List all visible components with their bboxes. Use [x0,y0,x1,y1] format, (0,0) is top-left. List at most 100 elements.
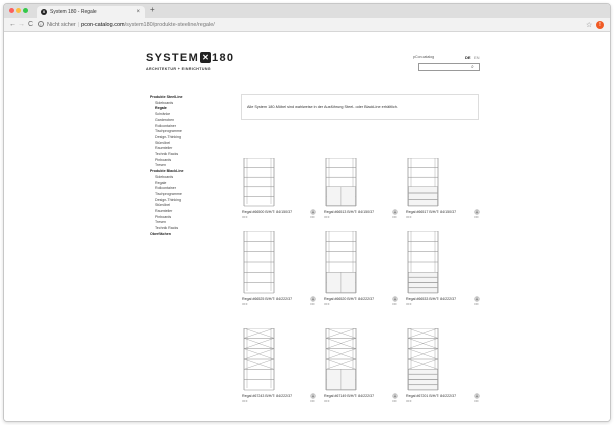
download-label: OFF [474,399,479,403]
sidebar-item[interactable]: Stümöbel [155,141,170,145]
shelf-image[interactable] [242,230,276,295]
shelf-image[interactable] [324,230,358,295]
download-label: OFF [392,302,397,306]
shelf-image[interactable] [324,327,358,392]
download-3d-icon[interactable] [474,393,480,399]
language-de[interactable]: DE [465,55,471,60]
product-sublabel: OFF [242,214,248,219]
product-sublabel: OFF [324,398,330,403]
download-label: OFF [310,215,315,219]
new-tab-icon[interactable]: + [150,5,155,14]
logo-x-icon: ✕ [200,52,212,63]
download-3d-icon[interactable] [474,296,480,302]
shelf-image[interactable] [406,230,440,295]
download-3d-icon[interactable] [392,296,398,302]
product-sublabel: OFF [324,214,330,219]
product-sublabel: OFF [406,398,412,403]
sidebar-item[interactable]: Pinboards [155,215,171,219]
extension-icon[interactable]: ! [596,21,604,29]
reload-icon[interactable]: C [28,21,33,29]
product-sublabel: OFF [242,301,248,306]
sidebar-item[interactable]: Technik Racks [155,226,178,230]
logo-text-right: 180 [212,52,235,64]
download-label: OFF [474,302,479,306]
product-sublabel: OFF [242,398,248,403]
browser-toolbar: ← → C i Nicht sicher | pcon-catalog.com/sys… [4,18,610,32]
bookmark-star-icon[interactable]: ☆ [586,21,592,29]
sidebar-item[interactable]: Sideboards [155,101,173,105]
url-separator: | [77,22,80,28]
product-sublabel: OFF [406,214,412,219]
language-en[interactable]: EN [474,55,480,60]
search-icon[interactable]: ⌕ [471,64,474,71]
browser-window: X System 180 - Regale × + ← → C i Nicht s… [3,3,611,422]
sidebar-item[interactable]: Regale [155,106,167,110]
shelf-image[interactable] [242,327,276,392]
product-label[interactable]: Regal #67149 B/H/T: 84/222/37 [324,394,374,398]
download-label: OFF [392,215,397,219]
product-label[interactable]: Regal #66500 B/H/T: 84/150/37 [242,210,292,214]
tab-strip: X System 180 - Regale × + [4,4,610,18]
system180-logo[interactable]: SYSTEM ✕ 180 [146,52,234,64]
page-viewport: SYSTEM ✕ 180 ARCHITEKTUR + EINRICHTUNG pCo… [4,33,610,421]
sidebar-item[interactable]: Raumteiler [155,146,172,150]
product-label[interactable]: Regal #67201 B/H/T: 84/222/37 [406,394,456,398]
download-3d-icon[interactable] [310,296,316,302]
download-3d-icon[interactable] [474,209,480,215]
sidebar-item[interactable]: Tresen [155,220,166,224]
product-sublabel: OFF [406,301,412,306]
sidebar-item[interactable]: Produkte SteelLine [150,95,183,99]
sidebar-item[interactable]: Rollcontainer [155,124,176,128]
product-label[interactable]: Regal #66533 B/H/T: 84/222/37 [406,297,456,301]
product-label[interactable]: Regal #67243 B/H/T: 84/222/37 [242,394,292,398]
sidebar-item[interactable]: Tresen [155,163,166,167]
browser-menu-icon[interactable]: ⋮ [607,20,610,28]
sidebar-item[interactable]: Tischprogramme [155,129,182,133]
close-window-icon[interactable] [9,8,14,13]
download-3d-icon[interactable] [392,393,398,399]
product-sublabel: OFF [324,301,330,306]
sidebar-item[interactable]: Oberflächen [150,232,171,236]
sidebar-item[interactable]: Schränke [155,112,170,116]
download-label: OFF [392,399,397,403]
product-label[interactable]: Regal #66525 B/H/T: 84/222/37 [242,297,292,301]
sidebar-item[interactable]: Stümöbel [155,203,170,207]
sidebar-item[interactable]: Raumteiler [155,209,172,213]
sidebar-item[interactable]: Produkte BlackLine [150,169,184,173]
sidebar-item[interactable]: Rollcontainer [155,186,176,190]
sidebar-item[interactable]: Pinboards [155,158,171,162]
download-3d-icon[interactable] [310,393,316,399]
intro-box: Alle System 180-Möbel sind wahlweise in … [241,94,479,120]
browser-tab[interactable]: X System 180 - Regale × [37,6,145,18]
url-path: /system180/produkte-steeline/regale/ [124,22,215,28]
shelf-image[interactable] [406,327,440,392]
product-label[interactable]: Regal #66517 B/H/T: 84/150/37 [406,210,456,214]
intro-text: Alle System 180-Möbel sind wahlweise in … [247,105,398,109]
sidebar-item[interactable]: Sideboards [155,175,173,179]
back-icon[interactable]: ← [9,21,16,29]
sidebar-item[interactable]: Garderoben [155,118,174,122]
system180-favicon-icon: X [41,9,47,15]
sidebar-item[interactable]: Regale [155,181,166,185]
tab-close-icon[interactable]: × [136,9,140,15]
pcon-catalog-link[interactable]: pCon.catalog [413,55,434,59]
download-3d-icon[interactable] [392,209,398,215]
sidebar-item[interactable]: Design-Thinking [155,135,181,139]
minimize-window-icon[interactable] [16,8,21,13]
logo-tagline: ARCHITEKTUR + EINRICHTUNG [146,67,212,71]
address-bar[interactable]: i Nicht sicher | pcon-catalog.com/system180… [38,21,578,29]
not-secure-label: Nicht sicher [47,22,76,28]
sidebar-item[interactable]: Technik Racks [155,152,178,156]
forward-icon[interactable]: → [18,21,25,29]
info-icon[interactable]: i [38,21,44,27]
download-3d-icon[interactable] [310,209,316,215]
tab-title: System 180 - Regale [50,9,97,15]
sidebar-item[interactable]: Design-Thinking [155,198,181,202]
download-label: OFF [310,399,315,403]
download-label: OFF [474,215,479,219]
maximize-window-icon[interactable] [23,8,28,13]
sidebar-item[interactable]: Tischprogramme [155,192,182,196]
product-label[interactable]: Regal #66520 B/H/T: 84/222/37 [324,297,374,301]
product-label[interactable]: Regal #66513 B/H/T: 84/150/37 [324,210,374,214]
download-label: OFF [310,302,315,306]
